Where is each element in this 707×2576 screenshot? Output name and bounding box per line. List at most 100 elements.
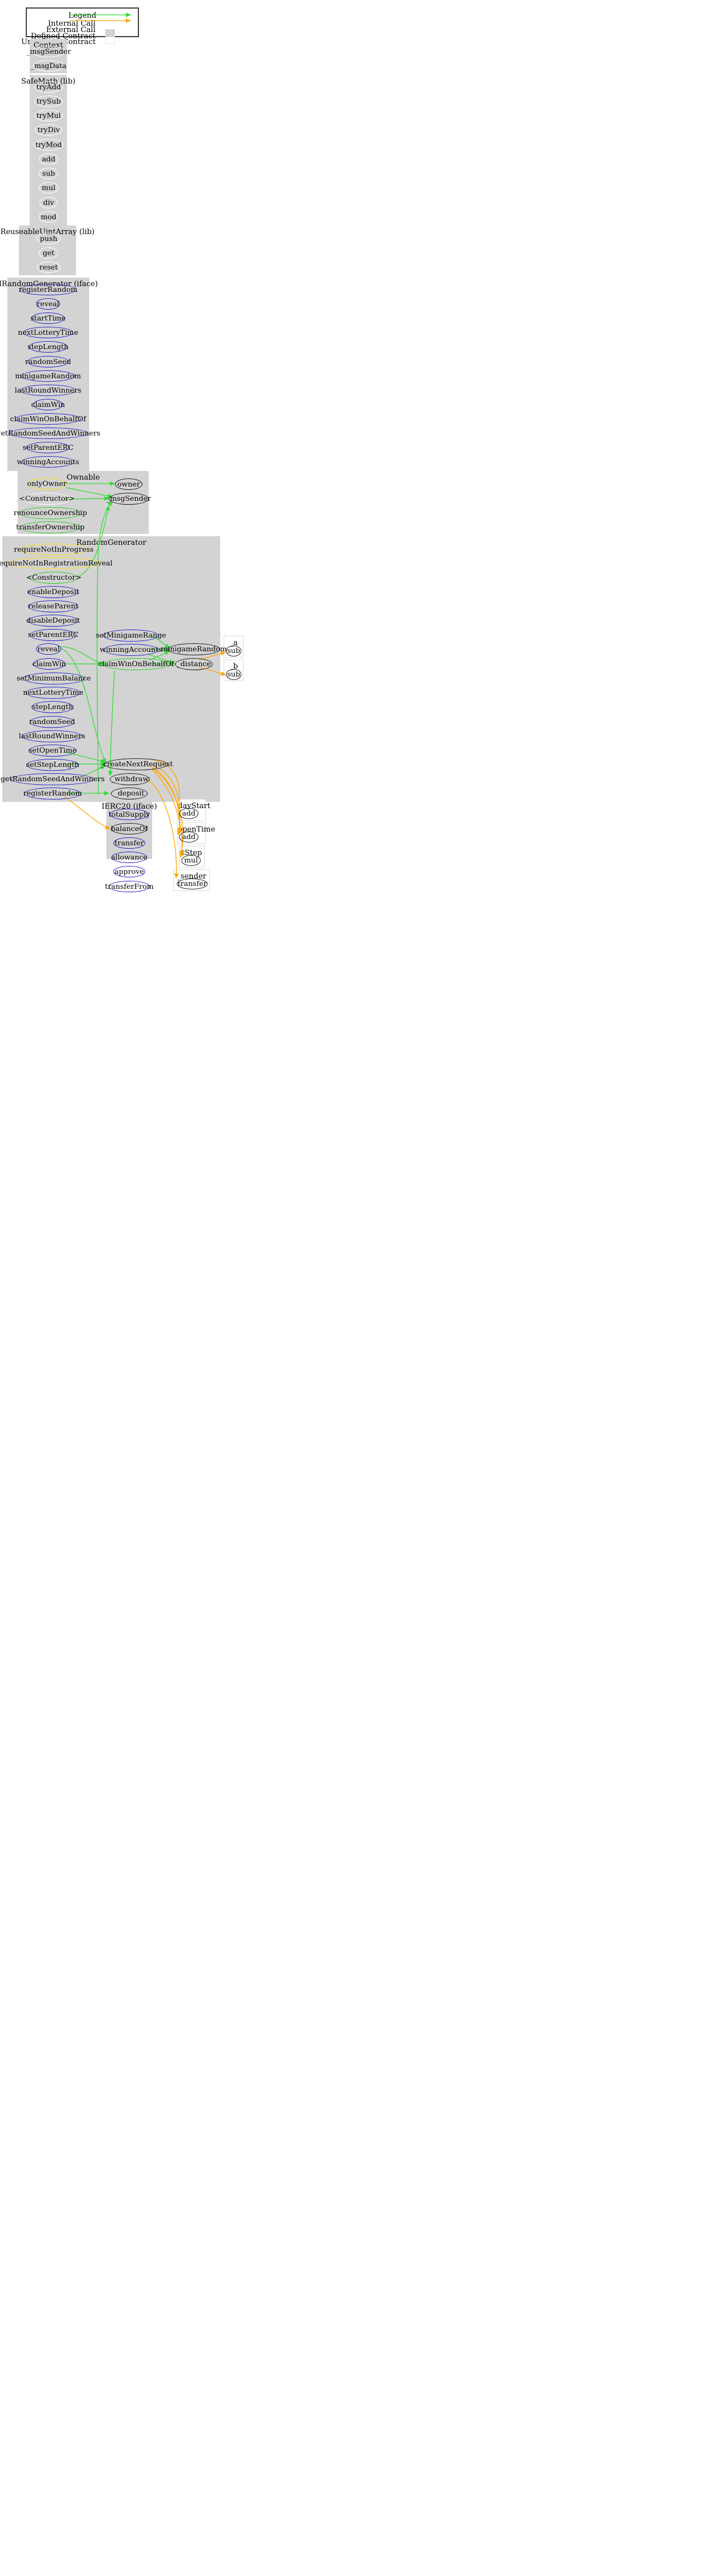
- node-label: startTime: [30, 313, 66, 322]
- node-sender-transfer[interactable]: transfer: [177, 879, 208, 889]
- node-safemath-div[interactable]: div: [39, 197, 58, 208]
- node-safemath-mul[interactable]: mul: [39, 182, 58, 193]
- node-label: _distance: [177, 659, 211, 668]
- node-label: approve: [114, 866, 144, 876]
- node-label: tryAdd: [36, 82, 61, 91]
- node-rg-lastroundwinners[interactable]: lastRoundWinners: [19, 730, 85, 742]
- node-label: enableDeposit: [27, 587, 80, 596]
- node-daystart-add[interactable]: add: [179, 808, 198, 819]
- node-a-sub[interactable]: sub: [226, 646, 241, 656]
- node-context-msgdata[interactable]: _msgData: [31, 60, 66, 72]
- legend-title: Legend: [68, 11, 97, 20]
- node-label: _withdraw: [110, 774, 149, 784]
- node-label: sub: [227, 670, 240, 679]
- node-rg-releaseparent[interactable]: releaseParent: [28, 600, 78, 612]
- node-rg-withdraw[interactable]: _withdraw: [110, 773, 150, 785]
- node-irg-nextlotterytime[interactable]: nextLotteryTime: [18, 327, 78, 338]
- node-rg-getrandomseedandwinners[interactable]: getRandomSeedAndWinners: [1, 773, 105, 785]
- node-erc-allowance[interactable]: allowance: [111, 852, 148, 863]
- node-irg-registerrandom[interactable]: registerRandom: [19, 284, 77, 295]
- node-ownable-msgsender[interactable]: _msgSender: [106, 493, 151, 505]
- node-rg-nextlotterytime[interactable]: nextLotteryTime: [23, 687, 84, 699]
- node-rg-constructor[interactable]: <Constructor>: [26, 572, 82, 584]
- node-label: add: [182, 809, 196, 818]
- node-rg-steplength[interactable]: stepLength: [31, 701, 74, 713]
- node-label: minigameRandom: [15, 371, 81, 380]
- node-reuseable-reset[interactable]: reset: [37, 262, 61, 273]
- node-label: transferOwnership: [16, 523, 85, 532]
- node-erc-transfer[interactable]: transfer: [113, 837, 145, 849]
- node-rg-distance[interactable]: _distance: [175, 658, 213, 670]
- node-irg-minigamerandom[interactable]: minigameRandom: [15, 370, 81, 382]
- node-rg-setminimumbalance[interactable]: setMinimumBalance: [17, 672, 91, 684]
- node-safemath-mod[interactable]: mod: [39, 211, 58, 223]
- node-irg-claimwinonbehalfof[interactable]: claimWinOnBehalfOf: [10, 413, 86, 425]
- node-rg-createnextrequest[interactable]: _createNextRequest: [100, 758, 173, 770]
- node-erc-totalsupply[interactable]: totalSupply: [108, 809, 150, 820]
- node-reuseable-get[interactable]: get: [39, 247, 58, 259]
- node-irg-setparenterc[interactable]: setParentERC: [23, 442, 73, 453]
- node-label: allowance: [111, 852, 148, 861]
- node-label: tryMod: [35, 140, 62, 149]
- node-label: sub: [42, 168, 55, 177]
- node-irg-steplength[interactable]: stepLength: [27, 341, 69, 353]
- node-safemath-tryadd[interactable]: tryAdd: [34, 81, 63, 93]
- node-safemath-trydiv[interactable]: tryDiv: [35, 124, 62, 136]
- node-label: renounceOwnership: [13, 508, 88, 517]
- node-rg-registerrandom[interactable]: registerRandom: [23, 788, 82, 800]
- node-erc-transferfrom[interactable]: transferFrom: [105, 881, 153, 892]
- node-label: onlyOwner: [27, 479, 67, 488]
- node-rg-setparenterc[interactable]: setParentERC: [28, 629, 78, 641]
- node-label: mul: [184, 856, 198, 865]
- node-label: minigameRandom: [161, 644, 227, 654]
- node-safemath-trysub[interactable]: trySub: [34, 96, 63, 107]
- node-tstep-mul[interactable]: mul: [181, 855, 201, 866]
- node-reuseable-push[interactable]: push: [37, 233, 61, 244]
- node-irg-claimwin[interactable]: claimWin: [31, 399, 65, 410]
- node-safemath-trymul[interactable]: tryMul: [34, 110, 63, 121]
- node-irg-winningaccounts[interactable]: winningAccounts: [17, 456, 79, 468]
- node-ownable-onlyowner[interactable]: onlyOwner: [27, 478, 67, 490]
- node-ownable-renounceownership[interactable]: renounceOwnership: [14, 507, 87, 519]
- node-safemath-trymod[interactable]: tryMod: [34, 139, 63, 151]
- node-rg-minigamerandom[interactable]: minigameRandom: [161, 643, 227, 655]
- node-label: totalSupply: [108, 809, 150, 818]
- node-ownable-constructor[interactable]: <Constructor>: [19, 493, 75, 505]
- node-irg-lastroundwinners[interactable]: lastRoundWinners: [15, 385, 81, 396]
- node-label: add: [182, 832, 196, 841]
- node-rg-randomseed[interactable]: randomSeed: [29, 716, 75, 728]
- node-context-msgsender[interactable]: _msgSender: [26, 46, 71, 57]
- node-label: stepLength: [32, 702, 73, 711]
- node-label: registerRandom: [18, 284, 78, 294]
- node-irg-getrandomseedandwinners[interactable]: getRandomSeedAndWinners: [0, 428, 100, 439]
- node-ownable-owner[interactable]: owner: [115, 478, 142, 490]
- node-label: transfer: [114, 838, 144, 847]
- node-rg-claimwin[interactable]: claimWin: [32, 658, 66, 670]
- node-label: winningAccounts: [17, 457, 80, 466]
- node-rg-setminigamerange[interactable]: setMinigameRange: [96, 630, 166, 642]
- node-rg-setsteplength[interactable]: setStepLength: [26, 759, 79, 771]
- node-label: disableDeposit: [26, 616, 80, 625]
- node-rg-enabledeposit[interactable]: enableDeposit: [27, 586, 80, 598]
- node-rg-winningaccounts[interactable]: winningAccounts: [100, 644, 162, 656]
- node-safemath-add[interactable]: add: [39, 153, 58, 165]
- node-erc-approve[interactable]: approve: [113, 866, 145, 877]
- node-rg-requirenotinprogress[interactable]: requireNotInProgress: [14, 544, 94, 555]
- node-rg-claimwinonbehalfof[interactable]: claimWinOnBehalfOf: [98, 658, 174, 670]
- node-rg-reveal[interactable]: reveal: [36, 643, 61, 655]
- node-label: getRandomSeedAndWinners: [1, 774, 105, 784]
- node-rg-deposit[interactable]: _deposit: [111, 788, 148, 800]
- node-irg-reveal[interactable]: reveal: [36, 298, 60, 310]
- node-ownable-transferownership[interactable]: transferOwnership: [16, 521, 85, 533]
- node-rg-disabledeposit[interactable]: disableDeposit: [26, 615, 80, 627]
- node-b-sub[interactable]: sub: [226, 669, 241, 680]
- node-label: claimWin: [32, 659, 66, 668]
- node-irg-starttime[interactable]: startTime: [30, 312, 66, 324]
- node-rg-setopentime[interactable]: setOpenTime: [29, 745, 77, 757]
- node-label: trySub: [36, 96, 61, 105]
- node-erc-balanceof[interactable]: balanceOf: [111, 823, 148, 834]
- node-rg-requirenotinregistrationreveal[interactable]: requireNotInRegistrationReveal: [0, 557, 113, 569]
- node-safemath-sub[interactable]: sub: [39, 168, 58, 179]
- node-irg-randomseed[interactable]: randomSeed: [25, 356, 71, 367]
- node-opentime-add[interactable]: add: [179, 832, 198, 842]
